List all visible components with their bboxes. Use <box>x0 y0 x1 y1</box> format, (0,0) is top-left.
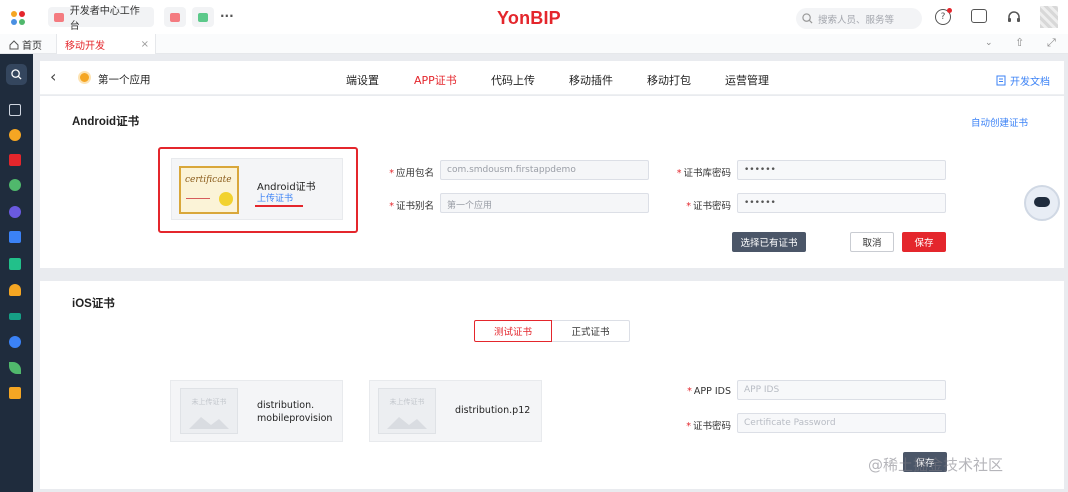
alias-label: * 证书别名 <box>389 201 434 212</box>
tab-code-upload[interactable]: 代码上传 <box>491 72 535 88</box>
home-tab[interactable]: 首页 <box>9 37 42 52</box>
sidebar-person-icon[interactable] <box>9 336 21 348</box>
ios-section-title: iOS证书 <box>72 298 115 310</box>
tab-mobile-plugins[interactable]: 移动插件 <box>569 72 613 88</box>
package-name-input[interactable]: com.smdousm.firstappdemo <box>440 160 649 180</box>
mobile-dev-tab[interactable]: 移动开发 × <box>56 34 156 54</box>
mobileprovision-filename-line1: distribution. <box>257 400 315 411</box>
ios-cert-password-input[interactable]: Certificate Password <box>737 413 946 433</box>
image-placeholder-icon <box>387 417 427 429</box>
sidebar-user-icon[interactable] <box>9 284 21 296</box>
mobileprovision-filename-line2: mobileprovision <box>257 413 333 424</box>
ios-tab-production-cert[interactable]: 正式证书 <box>552 320 630 342</box>
cert-password-input[interactable]: •••••• <box>737 193 946 213</box>
ios-cert-password-label: * 证书密码 <box>686 421 731 432</box>
cert-password-label: * 证书密码 <box>686 201 731 212</box>
notification-dot <box>947 8 952 13</box>
save-button[interactable]: 保存 <box>902 232 946 252</box>
certificate-seal-icon <box>219 192 233 206</box>
yonbip-logo: YonBIP <box>497 8 561 28</box>
store-password-label: * 证书库密码 <box>676 168 731 179</box>
cancel-button[interactable]: 取消 <box>850 232 894 252</box>
android-upload-cert-link[interactable]: 上传证书 <box>257 191 293 204</box>
back-button[interactable]: ‹ <box>50 67 56 86</box>
certificate-signature-line <box>186 198 210 199</box>
robot-assistant-icon[interactable] <box>1024 185 1060 221</box>
mobile-dev-tab-label: 移动开发 <box>65 40 105 52</box>
headset-icon[interactable] <box>1006 9 1022 25</box>
dev-docs-link[interactable]: 开发文档 <box>996 73 1050 88</box>
app-ids-input[interactable]: APP IDS <box>737 380 946 400</box>
tab-mobile-package[interactable]: 移动打包 <box>647 72 691 88</box>
certificate-image: certificate <box>179 166 239 214</box>
p12-filename: distribution.p12 <box>455 405 531 416</box>
more-tabs-button[interactable]: ··· <box>220 9 234 23</box>
app-grid-icon[interactable] <box>10 10 26 26</box>
search-icon <box>802 13 813 24</box>
package-label: * 应用包名 <box>389 168 434 179</box>
search-placeholder: 搜索人员、服务等 <box>818 14 895 26</box>
tab-endpoint-settings[interactable]: 端设置 <box>346 72 379 88</box>
sidebar-apps-icon[interactable] <box>9 129 21 141</box>
app-avatar-icon <box>78 71 91 84</box>
sidebar-chat-icon[interactable] <box>9 206 21 218</box>
workbench-tab[interactable]: 开发者中心工作台 <box>48 6 154 32</box>
close-icon[interactable]: × <box>141 39 149 50</box>
chevron-down-icon[interactable]: ⌄ <box>985 38 993 48</box>
sidebar-hat-icon[interactable] <box>9 313 21 320</box>
workbench-tab-label: 开发者中心工作台 <box>69 6 140 32</box>
app-ids-label: * APP IDS <box>687 386 731 397</box>
app-subheader: ‹ 第一个应用 端设置 APP证书 代码上传 移动插件 移动打包 运营管理 开发… <box>40 61 1064 95</box>
mobileprovision-placeholder: 未上传证书 <box>180 388 238 434</box>
image-placeholder-icon <box>189 417 229 429</box>
sidebar-box-icon[interactable] <box>9 387 21 399</box>
ios-tab-test-cert[interactable]: 测试证书 <box>474 320 552 342</box>
android-section-title: Android证书 <box>72 116 140 128</box>
home-icon <box>9 39 19 49</box>
dev-docs-label: 开发文档 <box>1010 77 1050 88</box>
auto-create-cert-link[interactable]: 自动创建证书 <box>971 115 1028 129</box>
tab-bar: 首页 移动开发 × ⌄ ⇧ ⤢ <box>0 34 1068 54</box>
sidebar-team-icon[interactable] <box>9 258 21 270</box>
certificate-image-text: certificate <box>185 175 232 185</box>
choose-existing-cert-button[interactable]: 选择已有证书 <box>732 232 806 252</box>
sidebar-leaf-icon[interactable] <box>9 362 21 374</box>
p12-placeholder: 未上传证书 <box>378 388 436 434</box>
sidebar-doc-icon[interactable] <box>9 231 21 243</box>
quick-tab-green-icon <box>198 12 208 22</box>
p12-placeholder-text: 未上传证书 <box>389 398 425 406</box>
mobileprovision-placeholder-text: 未上传证书 <box>191 398 227 406</box>
robot-face <box>1034 197 1050 207</box>
document-icon <box>996 75 1006 86</box>
upload-icon[interactable]: ⇧ <box>1015 36 1024 49</box>
sidebar-grid-green-icon[interactable] <box>9 179 21 191</box>
app-name: 第一个应用 <box>98 74 151 86</box>
tab-app-cert[interactable]: APP证书 <box>414 72 457 88</box>
sidebar-search-icon[interactable] <box>6 64 27 85</box>
cert-alias-input[interactable]: 第一个应用 <box>440 193 649 213</box>
avatar[interactable] <box>1040 6 1058 28</box>
left-sidebar <box>0 54 33 492</box>
quick-tab-green[interactable] <box>192 7 214 27</box>
sidebar-folder-icon[interactable] <box>9 104 21 116</box>
home-tab-label: 首页 <box>22 41 42 52</box>
top-bar: 开发者中心工作台 ··· YonBIP 搜索人员、服务等 ? <box>0 0 1068 34</box>
watermark: @稀土掘金技术社区 <box>868 456 1004 474</box>
mobileprovision-filename: distribution. mobileprovision <box>257 399 332 425</box>
workbench-tab-icon <box>54 12 64 22</box>
quick-tab-red-icon <box>170 12 180 22</box>
message-icon[interactable] <box>971 9 987 23</box>
sidebar-grid-red-icon[interactable] <box>9 154 21 166</box>
store-password-input[interactable]: •••••• <box>737 160 946 180</box>
tab-operations[interactable]: 运营管理 <box>725 72 769 88</box>
fullscreen-icon[interactable]: ⤢ <box>1047 36 1056 50</box>
quick-tab-red[interactable] <box>164 7 186 27</box>
global-search[interactable]: 搜索人员、服务等 <box>796 8 922 29</box>
upload-underline <box>255 205 303 207</box>
